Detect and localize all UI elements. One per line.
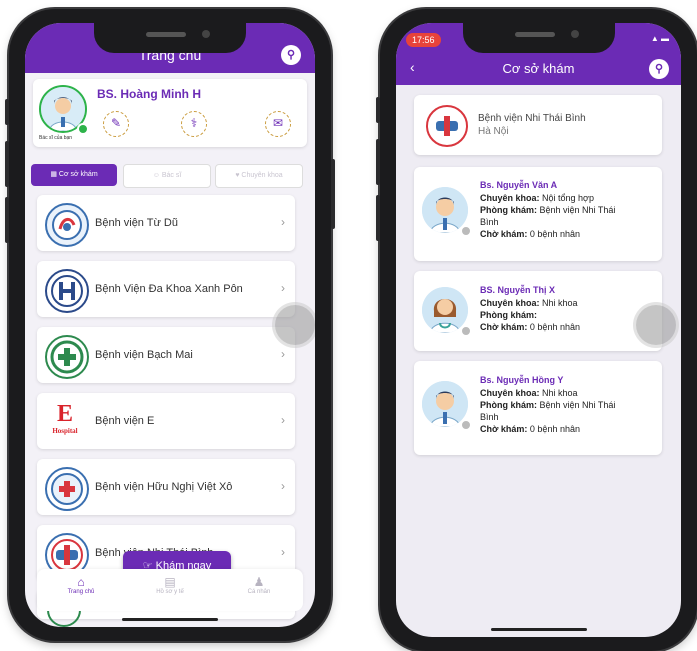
record-icon: ▤ bbox=[164, 575, 176, 589]
notch bbox=[462, 23, 615, 53]
touch-indicator bbox=[636, 305, 676, 345]
stethoscope-icon[interactable]: ⚕ bbox=[181, 111, 207, 137]
tab-facilities[interactable]: ▦ Cơ sở khám bbox=[31, 164, 117, 186]
doctor-card[interactable]: BS. Nguyễn Thị X Chuyên khoa: Nhi khoa P… bbox=[414, 271, 662, 351]
bottom-nav: ⌂ Trang chủ ▤ Hồ sơ y tế ♟ Cá nhân bbox=[37, 569, 303, 611]
doctor-waiting: Chờ khám: 0 bệnh nhân bbox=[480, 424, 580, 434]
hospital-row[interactable]: Bệnh viện Từ Dũ › bbox=[37, 195, 295, 251]
hospital-row[interactable]: Bệnh viện Bạch Mai › bbox=[37, 327, 295, 383]
facility-city: Hà Nội bbox=[478, 126, 509, 137]
doctor-card[interactable]: Bác sĩ của bạn BS. Hoàng Minh H ✎ ⚕ ✉ bbox=[33, 79, 307, 147]
status-time: 17:56 bbox=[406, 33, 441, 47]
hospital-logo-icon bbox=[45, 467, 89, 511]
hospital-name: Bệnh viện E bbox=[95, 415, 155, 427]
hospital-row[interactable]: E Hospital Bệnh viện E › bbox=[37, 393, 295, 449]
page-title: Cơ sở khám bbox=[502, 61, 575, 76]
status-dot bbox=[460, 325, 472, 337]
search-icon[interactable]: ⚲ bbox=[281, 45, 301, 65]
status-dot bbox=[460, 419, 472, 431]
building-icon: ▦ bbox=[50, 171, 59, 178]
home-icon: ⌂ bbox=[77, 575, 85, 589]
doctor-name: Bs. Nguyễn Hồng Y bbox=[480, 375, 564, 385]
doctor-name: Bs. Nguyễn Văn A bbox=[480, 180, 558, 190]
person-icon: ♟ bbox=[253, 575, 265, 589]
screen-facility: 17:56 ▲ ▬ ‹ Cơ sở khám ⚲ Bệnh viện Nhi T… bbox=[396, 23, 681, 637]
volume-down-button bbox=[376, 195, 380, 241]
doctor-waiting: Chờ khám: 0 bệnh nhân bbox=[480, 322, 580, 332]
chat-icon[interactable]: ✉ bbox=[265, 111, 291, 137]
online-dot bbox=[77, 123, 89, 135]
mute-switch bbox=[5, 99, 9, 125]
home-indicator bbox=[122, 618, 218, 621]
phone-frame-right: 17:56 ▲ ▬ ‹ Cơ sở khám ⚲ Bệnh viện Nhi T… bbox=[376, 9, 697, 651]
note-icon[interactable]: ✎ bbox=[103, 111, 129, 137]
hospital-row[interactable]: Bệnh viện Hữu Nghị Việt Xô › bbox=[37, 459, 295, 515]
doctor-name: BS. Hoàng Minh H bbox=[97, 87, 201, 101]
chevron-right-icon: › bbox=[281, 281, 285, 295]
nav-home[interactable]: ⌂ Trang chủ bbox=[41, 575, 121, 595]
hospital-logo-icon bbox=[45, 269, 89, 313]
hospital-logo-icon bbox=[45, 203, 89, 247]
screen-home: Trang chủ ⚲ Bác sĩ của bạn BS. Hoàng Min… bbox=[25, 23, 315, 627]
hospital-name: Bệnh viện Hữu Nghị Việt Xô bbox=[95, 481, 233, 493]
chevron-right-icon: › bbox=[281, 545, 285, 559]
doctor-specialty: Chuyên khoa: Nhi khoa bbox=[480, 388, 578, 398]
doctor-clinic: Phòng khám: bbox=[480, 310, 538, 320]
doctor-clinic-cont: Bình bbox=[480, 217, 499, 227]
hospital-name: Bệnh Viện Đa Khoa Xanh Pôn bbox=[95, 283, 243, 295]
chevron-right-icon: › bbox=[281, 215, 285, 229]
hospital-name: Bệnh viện Bạch Mai bbox=[95, 349, 193, 361]
tab-doctors[interactable]: ☺ Bác sĩ bbox=[123, 164, 211, 188]
notch bbox=[94, 23, 246, 53]
nav-medical-records[interactable]: ▤ Hồ sơ y tế bbox=[130, 575, 210, 595]
doctor-waiting: Chờ khám: 0 bệnh nhân bbox=[480, 229, 580, 239]
doctor-clinic: Phòng khám: Bệnh viện Nhi Thái bbox=[480, 400, 616, 410]
doctor-clinic-cont: Bình bbox=[480, 412, 499, 422]
doctor-name: BS. Nguyễn Thị X bbox=[480, 285, 556, 295]
hospital-logo-icon bbox=[426, 105, 468, 147]
phone-frame-left: Trang chủ ⚲ Bác sĩ của bạn BS. Hoàng Min… bbox=[5, 9, 335, 641]
facility-name: Bệnh viện Nhi Thái Bình bbox=[478, 113, 586, 124]
nav-profile[interactable]: ♟ Cá nhân bbox=[219, 575, 299, 595]
hospital-logo-icon bbox=[45, 335, 89, 379]
status-dot bbox=[460, 225, 472, 237]
tab-specialties[interactable]: ♥ Chuyên khoa bbox=[215, 164, 303, 188]
doctor-clinic: Phòng khám: Bệnh viện Nhi Thái bbox=[480, 205, 616, 215]
doctor-caption: Bác sĩ của bạn bbox=[39, 135, 73, 141]
doctor-specialty: Chuyên khoa: Nội tổng hợp bbox=[480, 193, 594, 203]
chevron-right-icon: › bbox=[281, 479, 285, 493]
hospital-row[interactable]: Bệnh Viện Đa Khoa Xanh Pôn › bbox=[37, 261, 295, 317]
doctor-icon: ☺ bbox=[152, 172, 162, 179]
hospital-e-logo-icon: E Hospital bbox=[45, 401, 85, 441]
doctor-card[interactable]: Bs. Nguyễn Hồng Y Chuyên khoa: Nhi khoa … bbox=[414, 361, 662, 455]
chevron-right-icon: › bbox=[281, 413, 285, 427]
chevron-right-icon: › bbox=[281, 347, 285, 361]
facility-card: Bệnh viện Nhi Thái Bình Hà Nội bbox=[414, 95, 662, 155]
volume-up-button bbox=[5, 141, 9, 187]
search-icon[interactable]: ⚲ bbox=[649, 59, 669, 79]
volume-down-button bbox=[5, 197, 9, 243]
doctor-card[interactable]: Bs. Nguyễn Văn A Chuyên khoa: Nội tổng h… bbox=[414, 167, 662, 261]
hospital-name: Bệnh viện Từ Dũ bbox=[95, 217, 178, 229]
touch-indicator bbox=[275, 305, 315, 345]
doctor-specialty: Chuyên khoa: Nhi khoa bbox=[480, 298, 578, 308]
mute-switch bbox=[376, 97, 380, 123]
volume-up-button bbox=[376, 139, 380, 185]
home-indicator bbox=[490, 628, 587, 631]
status-icons: ▲ ▬ bbox=[650, 34, 669, 43]
power-button bbox=[331, 159, 335, 229]
